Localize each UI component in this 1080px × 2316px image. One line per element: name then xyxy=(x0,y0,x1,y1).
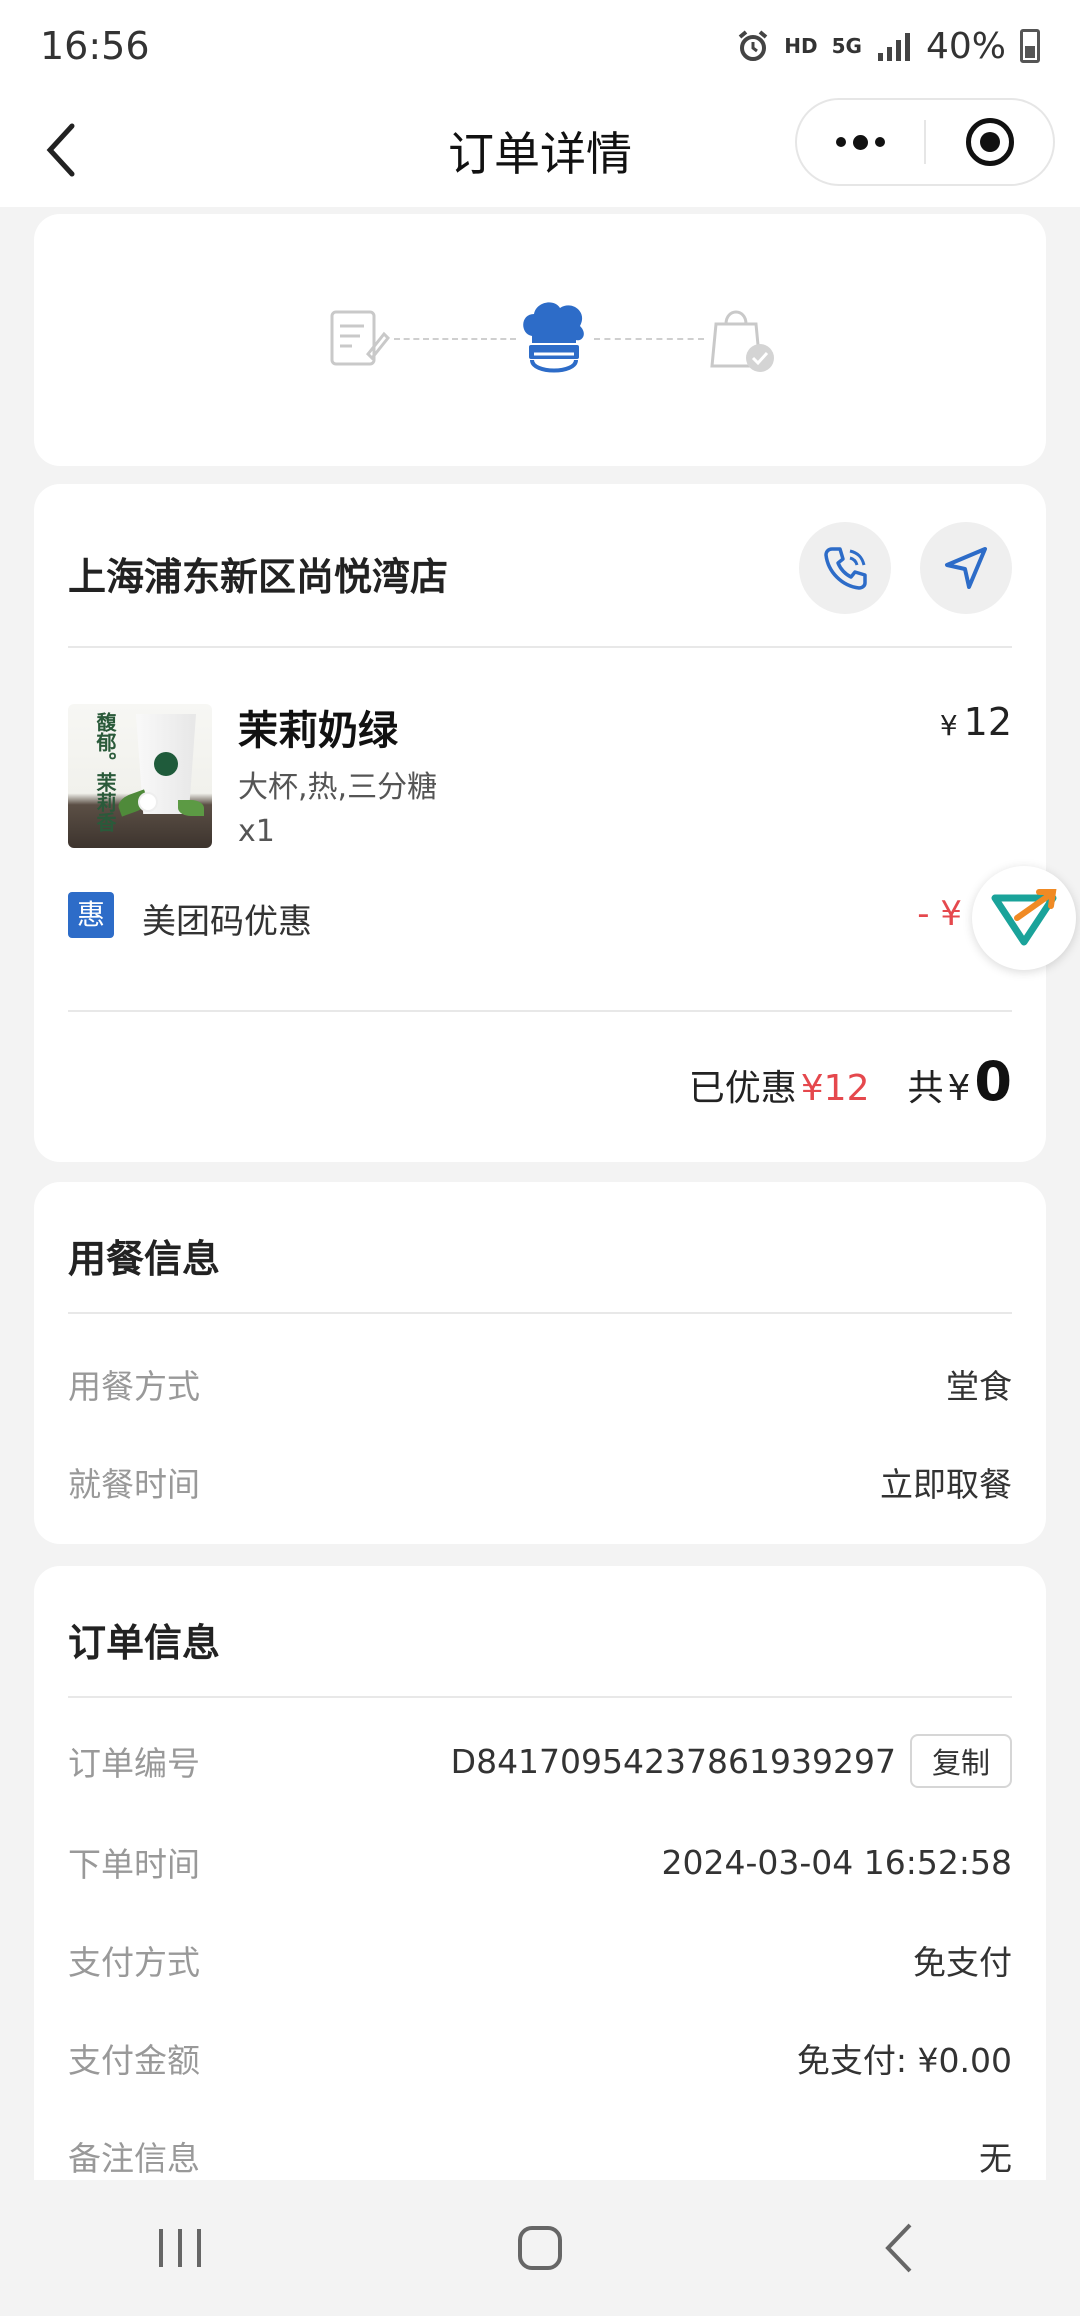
floating-logo-button[interactable] xyxy=(972,866,1076,970)
recent-apps-button[interactable] xyxy=(120,2208,240,2288)
shopping-bag-icon xyxy=(710,310,774,372)
divider xyxy=(68,646,1012,648)
row-label: 支付方式 xyxy=(68,1943,200,1982)
row-value: 立即取餐 xyxy=(880,1465,1012,1504)
row-label: 备注信息 xyxy=(68,2139,200,2178)
triangle-logo-icon xyxy=(991,889,1057,946)
progress-line xyxy=(394,338,516,340)
order-number: D84170954237861939297 xyxy=(450,1741,896,1781)
meal-info-title: 用餐信息 xyxy=(68,1237,221,1281)
product-image: 馥郁。茉莉香 xyxy=(68,704,212,848)
order-progress-card xyxy=(34,214,1046,466)
mini-program-capsule xyxy=(795,98,1055,186)
cup-logo xyxy=(154,752,178,776)
total-currency: ¥ xyxy=(947,1068,971,1109)
row-value: 免支付 xyxy=(913,1943,1012,1982)
chef-hat-icon xyxy=(523,302,584,373)
order-form-icon xyxy=(330,310,391,366)
home-button[interactable] xyxy=(480,2208,600,2288)
battery-icon xyxy=(1020,29,1040,63)
row-label: 下单时间 xyxy=(68,1845,200,1884)
total-summary: 已优惠 ¥12 共 ¥ 0 xyxy=(689,1050,1012,1113)
progress-steps xyxy=(324,294,804,384)
system-nav-bar xyxy=(0,2180,1080,2316)
row-value: 堂食 xyxy=(946,1367,1012,1406)
jasmine-flower xyxy=(138,792,158,812)
order-card: 上海浦东新区尚悦湾店 馥郁。茉莉香 茉莉奶绿 大杯,热,三分糖 x1 ¥12 惠… xyxy=(34,484,1046,1162)
system-back-button[interactable] xyxy=(840,2208,960,2288)
discount-amount: - ¥ xyxy=(917,894,962,934)
more-button[interactable] xyxy=(797,100,924,184)
status-time: 16:56 xyxy=(40,24,150,68)
target-icon xyxy=(965,118,1014,166)
total-value: 0 xyxy=(974,1050,1012,1113)
leaf xyxy=(178,800,204,816)
step-ordered xyxy=(324,294,404,384)
row-label: 支付金额 xyxy=(68,2041,200,2080)
row-label: 订单编号 xyxy=(68,1744,200,1783)
divider xyxy=(68,1010,1012,1012)
row-value: 无 xyxy=(979,2139,1012,2178)
divider xyxy=(68,1696,1012,1698)
home-icon xyxy=(518,2226,562,2270)
order-time-row: 下单时间 2024-03-04 16:52:58 xyxy=(68,1838,1012,1886)
row-label: 就餐时间 xyxy=(68,1465,200,1504)
row-value: 2024-03-04 16:52:58 xyxy=(661,1842,1012,1882)
call-store-button[interactable] xyxy=(799,522,891,614)
row-label: 用餐方式 xyxy=(68,1367,200,1406)
step-pickup xyxy=(704,294,784,384)
status-bar: 16:56 HD 5G 40% xyxy=(0,0,1080,92)
currency-symbol: ¥ xyxy=(939,709,958,742)
status-icons: HD 5G 40% xyxy=(736,26,1040,67)
price-value: 12 xyxy=(963,700,1012,744)
back-arrow-icon xyxy=(885,2223,912,2273)
row-value: 免支付: ¥0.00 xyxy=(796,2041,1012,2080)
discount-label: 美团码优惠 xyxy=(142,902,312,942)
network-indicator: 5G xyxy=(831,34,862,58)
navigate-button[interactable] xyxy=(920,522,1012,614)
header: 订单详情 xyxy=(0,92,1080,207)
divider xyxy=(68,1312,1012,1314)
product-name: 茉莉奶绿 xyxy=(238,708,398,754)
product-image-text: 馥郁。茉莉香 xyxy=(93,712,117,832)
total-label: 共 xyxy=(907,1068,944,1109)
discounted-label: 已优惠 xyxy=(688,1068,797,1109)
payment-amount-row: 支付金额 免支付: ¥0.00 xyxy=(68,2034,1012,2082)
step-preparing xyxy=(514,294,594,384)
product-spec: 大杯,热,三分糖 xyxy=(238,770,438,805)
close-program-button[interactable] xyxy=(926,100,1053,184)
recent-apps-icon xyxy=(159,2229,201,2267)
store-name: 上海浦东新区尚悦湾店 xyxy=(68,555,449,599)
alarm-icon xyxy=(739,30,768,61)
discounted-value: ¥12 xyxy=(800,1068,870,1109)
order-info-title: 订单信息 xyxy=(68,1621,221,1665)
copy-button[interactable]: 复制 xyxy=(909,1734,1012,1788)
product-quantity: x1 xyxy=(238,814,275,849)
order-number-row: 订单编号 D84170954237861939297 复制 xyxy=(68,1734,1012,1788)
navigation-arrow-icon xyxy=(945,547,987,589)
product-price: ¥12 xyxy=(940,700,1012,744)
meal-time-row: 就餐时间 立即取餐 xyxy=(68,1458,1012,1506)
progress-line xyxy=(594,338,704,340)
order-number-group: D84170954237861939297 复制 xyxy=(451,1734,1012,1788)
more-icon xyxy=(836,134,885,150)
battery-text: 40% xyxy=(925,25,1006,67)
meal-info-card: 用餐信息 用餐方式 堂食 就餐时间 立即取餐 xyxy=(34,1182,1046,1544)
phone-icon xyxy=(824,547,867,590)
signal-icon xyxy=(877,33,910,61)
discount-badge: 惠 xyxy=(68,892,114,938)
hd-indicator: HD xyxy=(784,34,818,58)
meal-method-row: 用餐方式 堂食 xyxy=(68,1360,1012,1408)
remark-row: 备注信息 无 xyxy=(68,2132,1012,2180)
payment-method-row: 支付方式 免支付 xyxy=(68,1936,1012,1984)
